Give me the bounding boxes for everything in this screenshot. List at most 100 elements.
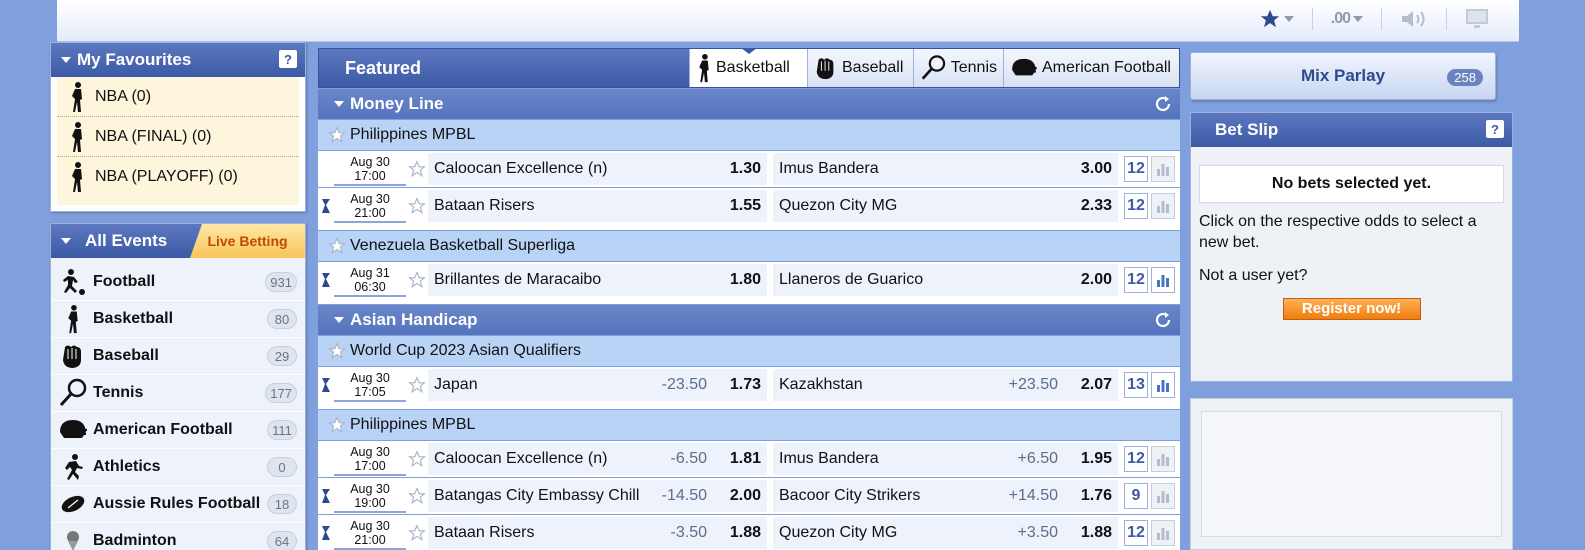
- star-outline-icon[interactable]: [408, 376, 426, 394]
- chevron-down-icon: [1353, 16, 1363, 22]
- more-bets-button[interactable]: 13: [1124, 372, 1148, 398]
- away-team-odds[interactable]: Imus Bandera 3.00: [773, 153, 1118, 185]
- tab-basketball[interactable]: Basketball: [689, 48, 807, 87]
- asian-handicap-header[interactable]: Asian Handicap: [318, 305, 1180, 335]
- refresh-button[interactable]: [1154, 311, 1172, 329]
- more-bets-button[interactable]: 12: [1124, 193, 1148, 219]
- sport-item-baseball[interactable]: Baseball 29: [51, 338, 305, 375]
- star-outline-icon[interactable]: [408, 487, 426, 505]
- event-count-badge: 931: [265, 272, 297, 292]
- more-bets-button[interactable]: 12: [1124, 156, 1148, 182]
- all-events-header: All Events Live Betting: [51, 224, 305, 258]
- help-button[interactable]: ?: [1486, 120, 1504, 138]
- match-row: Aug 31 06:30 Brillantes de Maracaibo 1.80 …: [318, 262, 1180, 298]
- live-stream-icon[interactable]: [320, 376, 332, 394]
- bar-chart-icon: [1157, 380, 1169, 392]
- sport-item-football[interactable]: Football 931: [51, 264, 305, 301]
- tab-american-football[interactable]: American Football: [1003, 49, 1179, 87]
- section-title: Asian Handicap: [350, 310, 478, 329]
- favourite-item-nba-playoff[interactable]: NBA (PLAYOFF) (0): [57, 157, 299, 197]
- home-team-odds[interactable]: Bataan Risers 1.55: [428, 190, 767, 222]
- star-outline-icon[interactable]: [328, 342, 346, 360]
- home-team-odds[interactable]: Batangas City Embassy Chill -14.50 2.00: [428, 480, 767, 512]
- more-bets-button[interactable]: 12: [1124, 267, 1148, 293]
- away-team-odds[interactable]: Kazakhstan +23.50 2.07: [773, 369, 1118, 401]
- away-team-odds[interactable]: Quezon City MG +3.50 1.88: [773, 517, 1118, 549]
- my-favourites-header[interactable]: My Favourites ?: [51, 43, 305, 77]
- mix-parlay-button[interactable]: Mix Parlay 258: [1190, 52, 1496, 100]
- match-time: Aug 30 17:05: [334, 368, 406, 402]
- my-favourites-panel: My Favourites ? NBA (0) NBA (FINAL) (0) …: [50, 42, 306, 212]
- aussie-ball-icon: [61, 495, 85, 513]
- home-team-odds[interactable]: Caloocan Excellence (n) 1.30: [428, 153, 767, 185]
- favourite-item-label: NBA (PLAYOFF) (0): [95, 168, 238, 185]
- sport-item-aussie-rules-football[interactable]: Aussie Rules Football 18: [51, 486, 305, 523]
- section-title: Money Line: [350, 94, 444, 113]
- tab-baseball[interactable]: Baseball: [807, 49, 913, 87]
- home-team-odds[interactable]: Caloocan Excellence (n) -6.50 1.81: [428, 443, 767, 475]
- star-outline-icon[interactable]: [408, 160, 426, 178]
- sport-item-athletics[interactable]: Athletics 0: [51, 449, 305, 486]
- bet-slip-header: Bet Slip ?: [1191, 113, 1512, 147]
- live-betting-tab[interactable]: Live Betting: [190, 224, 305, 258]
- star-outline-icon[interactable]: [328, 126, 346, 144]
- more-bets-button[interactable]: 12: [1124, 520, 1148, 546]
- odds-format-dropdown[interactable]: .00: [1331, 10, 1363, 28]
- favourites-star-dropdown[interactable]: [1259, 8, 1294, 30]
- basketball-player-icon: [72, 81, 82, 112]
- football-helmet-icon: [60, 420, 87, 438]
- all-events-tab[interactable]: All Events: [51, 224, 190, 258]
- favourite-item-nba-final[interactable]: NBA (FINAL) (0): [57, 117, 299, 157]
- away-team-odds[interactable]: Llaneros de Guarico 2.00: [773, 264, 1118, 296]
- live-stream-icon[interactable]: [320, 524, 332, 542]
- live-stream-icon[interactable]: [320, 197, 332, 215]
- my-favourites-title: My Favourites: [77, 50, 192, 69]
- league-header: Philippines MPBL: [318, 410, 1180, 440]
- sport-item-badminton[interactable]: Badminton 64: [51, 523, 305, 550]
- help-button[interactable]: ?: [279, 50, 297, 68]
- stats-button[interactable]: [1151, 520, 1175, 546]
- live-stream-icon[interactable]: [320, 271, 332, 289]
- star-outline-icon[interactable]: [408, 524, 426, 542]
- away-team-odds[interactable]: Bacoor City Strikers +14.50 1.76: [773, 480, 1118, 512]
- stats-button[interactable]: [1151, 156, 1175, 182]
- sport-name: Football: [93, 273, 156, 290]
- home-team-odds[interactable]: Japan -23.50 1.73: [428, 369, 767, 401]
- more-bets-button[interactable]: 9: [1124, 483, 1148, 509]
- star-outline-icon[interactable]: [328, 237, 346, 255]
- money-line-header[interactable]: Money Line: [318, 89, 1180, 119]
- tab-label: Basketball: [716, 59, 790, 76]
- sound-toggle[interactable]: [1400, 9, 1428, 29]
- star-outline-icon[interactable]: [408, 197, 426, 215]
- away-team-odds[interactable]: Quezon City MG 2.33: [773, 190, 1118, 222]
- more-bets-button[interactable]: 12: [1124, 446, 1148, 472]
- favourite-item-nba[interactable]: NBA (0): [57, 77, 299, 117]
- star-outline-icon[interactable]: [328, 416, 346, 434]
- tab-tennis[interactable]: Tennis: [913, 49, 1003, 87]
- star-outline-icon[interactable]: [408, 271, 426, 289]
- all-events-title: All Events: [85, 231, 168, 250]
- live-stream-icon[interactable]: [320, 487, 332, 505]
- stats-button[interactable]: [1151, 446, 1175, 472]
- football-helmet-icon: [1012, 58, 1037, 76]
- stats-button[interactable]: [1151, 372, 1175, 398]
- bar-chart-icon: [1157, 454, 1169, 466]
- stats-button[interactable]: [1151, 483, 1175, 509]
- event-count-badge: 18: [267, 494, 297, 514]
- sport-item-american-football[interactable]: American Football 111: [51, 412, 305, 449]
- match-time: Aug 30 17:00: [334, 442, 406, 476]
- home-team-odds[interactable]: Brillantes de Maracaibo 1.80: [428, 264, 767, 296]
- match-row: Aug 30 21:00 Bataan Risers 1.55 Quezon Cit…: [318, 188, 1180, 224]
- sport-item-basketball[interactable]: Basketball 80: [51, 301, 305, 338]
- stats-button[interactable]: [1151, 193, 1175, 219]
- home-team-odds[interactable]: Bataan Risers -3.50 1.88: [428, 517, 767, 549]
- stats-button[interactable]: [1151, 267, 1175, 293]
- refresh-button[interactable]: [1154, 95, 1172, 113]
- baseball-glove-icon: [63, 345, 81, 368]
- display-settings-button[interactable]: [1465, 8, 1489, 30]
- star-outline-icon[interactable]: [408, 450, 426, 468]
- runner-icon: [65, 454, 83, 480]
- register-button[interactable]: Register now!: [1282, 298, 1421, 320]
- sport-item-tennis[interactable]: Tennis 177: [51, 375, 305, 412]
- away-team-odds[interactable]: Imus Bandera +6.50 1.95: [773, 443, 1118, 475]
